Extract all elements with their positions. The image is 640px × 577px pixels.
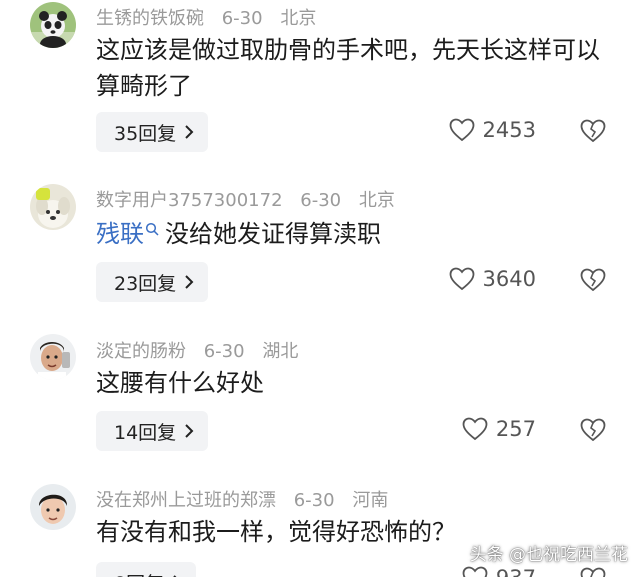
mention-link[interactable]: 残联 (96, 220, 144, 248)
dislike-button[interactable] (580, 268, 606, 296)
username[interactable]: 没在郑州上过班的郑漂 (96, 490, 276, 511)
like-button[interactable]: 257 (462, 417, 536, 441)
replies-count: 8回复 (114, 569, 164, 577)
chevron-right-icon (185, 125, 194, 139)
dislike-button[interactable] (580, 567, 606, 577)
panda-avatar-icon (30, 2, 76, 48)
chevron-right-icon (185, 424, 194, 438)
search-icon (145, 222, 159, 236)
heart-icon (449, 118, 474, 142)
heart-icon (462, 566, 488, 577)
comment-date: 6-30 (293, 490, 335, 511)
comment-text: 这应该是做过取肋骨的手术吧，先天长这样可以算畸形了 (96, 36, 600, 100)
comment-body: 没给她发证得算渎职 (165, 220, 381, 248)
replies-button[interactable]: 35回复 (96, 112, 209, 152)
watermark: 头条 @也祝吃西兰花 (469, 545, 628, 565)
broken-heart-icon (580, 119, 606, 143)
username[interactable]: 数字用户3757300172 (96, 190, 283, 211)
broken-heart-icon (580, 567, 606, 577)
dog-avatar-icon (30, 184, 76, 230)
like-count: 3640 (482, 267, 536, 291)
broken-heart-icon (580, 268, 606, 292)
replies-count: 35回复 (114, 122, 177, 145)
replies-button[interactable]: 8回复 (96, 562, 197, 577)
username[interactable]: 淡定的肠粉 (96, 341, 186, 362)
comment-text: 残联 没给她发证得算渎职 (96, 216, 616, 252)
broken-heart-icon (580, 418, 606, 442)
comment-text: 这腰有什么好处 (96, 369, 264, 397)
heart-icon (449, 267, 474, 291)
like-button[interactable]: 937 (462, 566, 536, 577)
comment-location: 河南 (352, 490, 389, 511)
dislike-button[interactable] (580, 418, 606, 446)
comment-meta: 生锈的铁饭碗 6-30 北京 (96, 4, 328, 30)
comment-location: 北京 (358, 190, 395, 211)
avatar[interactable] (30, 184, 76, 230)
like-count: 2453 (482, 118, 536, 142)
chevron-right-icon (185, 275, 194, 289)
like-button[interactable]: 3640 (449, 267, 536, 291)
like-count: 257 (495, 417, 536, 441)
replies-button[interactable]: 23回复 (96, 262, 209, 302)
like-count: 937 (496, 566, 536, 577)
comment-date: 6-30 (203, 341, 245, 362)
replies-count: 14回复 (114, 421, 177, 444)
comment-location: 湖北 (262, 341, 299, 362)
comment-date: 6-30 (300, 190, 342, 211)
heart-icon (462, 417, 488, 441)
replies-count: 23回复 (114, 272, 177, 295)
avatar[interactable] (30, 334, 76, 380)
replies-button[interactable]: 14回复 (96, 411, 209, 451)
like-button[interactable]: 2453 (449, 118, 536, 142)
avatar[interactable] (30, 2, 76, 48)
dislike-button[interactable] (580, 119, 606, 147)
person-avatar-icon (30, 484, 76, 530)
comment-meta: 淡定的肠粉 6-30 湖北 (96, 337, 310, 363)
comment-date: 6-30 (221, 8, 263, 29)
username[interactable]: 生锈的铁饭碗 (96, 8, 204, 29)
person-avatar-icon (30, 334, 76, 380)
comment-meta: 数字用户3757300172 6-30 北京 (96, 186, 407, 212)
avatar[interactable] (30, 484, 76, 530)
comment-location: 北京 (280, 8, 317, 29)
comment-meta: 没在郑州上过班的郑漂 6-30 河南 (96, 486, 400, 512)
